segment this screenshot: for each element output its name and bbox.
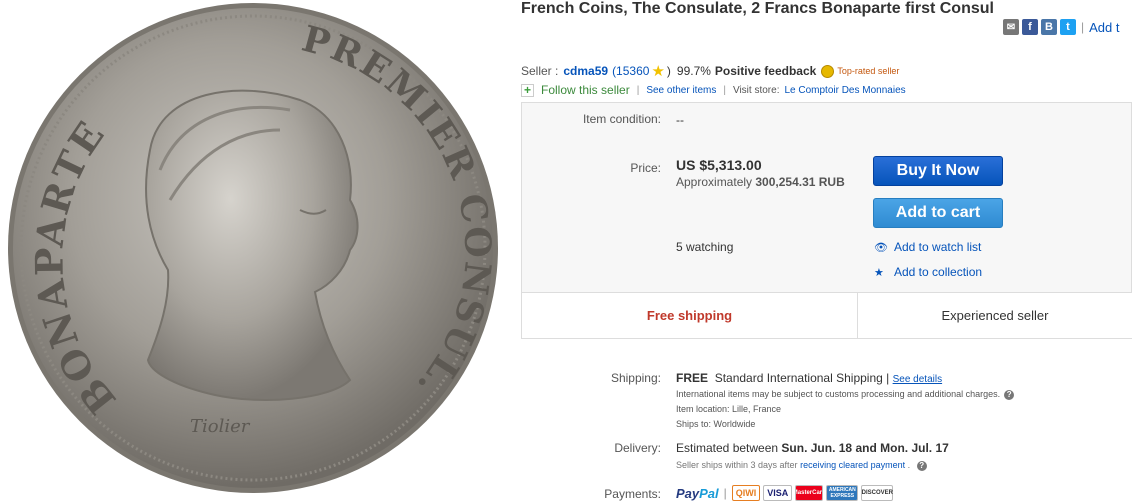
visa-logo: VISA xyxy=(763,485,793,501)
seller-name-link[interactable]: cdma59 xyxy=(563,64,608,78)
seller-info: Seller : cdma59 (15360 ★ ) 99.7% Positiv… xyxy=(521,62,899,80)
item-condition-label: Item condition: xyxy=(582,112,661,126)
shipping-summary: FREE Standard International Shipping | S… xyxy=(676,371,942,385)
free-shipping-badge: Free shipping xyxy=(522,293,858,338)
item-title: French Coins, The Consulate, 2 Francs Bo… xyxy=(521,0,994,17)
see-other-items-link[interactable]: See other items xyxy=(646,85,716,96)
amex-logo: AMERICAN EXPRESS xyxy=(826,485,859,501)
shipping-method: Standard International Shipping | xyxy=(714,371,890,385)
feedback-score-link[interactable]: (15360 xyxy=(612,64,649,78)
positive-feedback-label: Positive feedback xyxy=(714,64,817,78)
add-to-list-link[interactable]: Add t xyxy=(1089,20,1119,35)
paypal-logo: PayPal xyxy=(676,485,719,501)
delivery-note: Seller ships within 3 days after receivi… xyxy=(676,460,927,471)
payment-methods: PayPal | QIWI VISA MasterCard AMERICAN E… xyxy=(676,485,894,501)
delivery-estimate: Estimated between Sun. Jun. 18 and Mon. … xyxy=(676,441,949,455)
highlights-strip: Free shipping Experienced seller xyxy=(522,292,1132,338)
see-details-link[interactable]: See details xyxy=(893,374,942,385)
top-rated-medal-icon xyxy=(821,64,835,78)
facebook-icon[interactable]: f xyxy=(1022,19,1038,35)
seller-label: Seller : xyxy=(521,64,559,78)
ships-to: Ships to: Worldwide xyxy=(676,419,756,429)
seller-actions: + Follow this seller | See other items |… xyxy=(521,83,906,97)
feedback-percent: 99.7% xyxy=(676,64,711,78)
qiwi-logo: QIWI xyxy=(731,485,761,501)
top-rated-badge: Top-rated seller xyxy=(837,66,900,76)
shipping-label: Shipping: xyxy=(610,371,661,385)
share-separator: | xyxy=(1081,20,1085,34)
star-icon: ★ xyxy=(874,266,884,279)
collection-label: Add to collection xyxy=(894,265,983,279)
visit-store-label: Visit store: xyxy=(732,84,780,96)
follow-seller-link[interactable]: Follow this seller xyxy=(541,83,630,97)
vk-icon[interactable]: B xyxy=(1041,19,1057,35)
share-bar: ✉ f B t | Add t xyxy=(1003,19,1119,35)
item-image[interactable]: BONAPARTE PREMIER CONSUL. Tiolier xyxy=(0,0,505,502)
help-icon[interactable]: ? xyxy=(1004,390,1015,400)
international-note: International items may be subject to cu… xyxy=(676,389,1015,400)
twitter-icon[interactable]: t xyxy=(1060,19,1076,35)
cleared-payment-link[interactable]: receiving cleared payment xyxy=(800,460,905,470)
item-condition-value: -- xyxy=(676,113,684,127)
add-to-cart-button[interactable]: Add to cart xyxy=(873,198,1003,228)
buy-it-now-button[interactable]: Buy It Now xyxy=(873,156,1003,186)
item-location: Item location: Lille, France xyxy=(676,404,782,414)
add-to-collection-link[interactable]: ★ Add to collection xyxy=(874,265,982,279)
payments-label: Payments: xyxy=(604,487,661,501)
store-link[interactable]: Le Comptoir Des Monnaies xyxy=(784,85,905,96)
experienced-seller-badge: Experienced seller xyxy=(941,308,1049,323)
star-icon: ★ xyxy=(651,63,665,80)
price-value: US $5,313.00 xyxy=(676,157,762,173)
coin-image: BONAPARTE PREMIER CONSUL. Tiolier xyxy=(8,3,498,493)
approx-label: Approximately xyxy=(676,175,753,189)
eye-icon: 👁 xyxy=(874,241,888,254)
delivery-label: Delivery: xyxy=(614,441,661,455)
watch-list-label: Add to watch list xyxy=(894,240,982,254)
listing-page: BONAPARTE PREMIER CONSUL. Tiolier French… xyxy=(0,0,1132,502)
plus-icon[interactable]: + xyxy=(521,83,534,97)
shipping-free: FREE xyxy=(676,371,709,385)
mastercard-logo: MasterCard xyxy=(795,485,824,501)
approx-value: 300,254.31 RUB xyxy=(755,175,845,189)
help-icon[interactable]: ? xyxy=(916,461,927,471)
discover-logo: DISCOVER xyxy=(861,485,894,501)
coin-engraver-signature: Tiolier xyxy=(190,416,251,437)
feedback-score-close: ) xyxy=(666,64,671,78)
mail-icon[interactable]: ✉ xyxy=(1003,19,1019,35)
price-label: Price: xyxy=(630,161,661,175)
converted-price: Approximately 300,254.31 RUB xyxy=(676,175,845,189)
watching-count: 5 watching xyxy=(676,240,734,254)
add-to-watch-list-link[interactable]: 👁 Add to watch list xyxy=(874,240,981,254)
